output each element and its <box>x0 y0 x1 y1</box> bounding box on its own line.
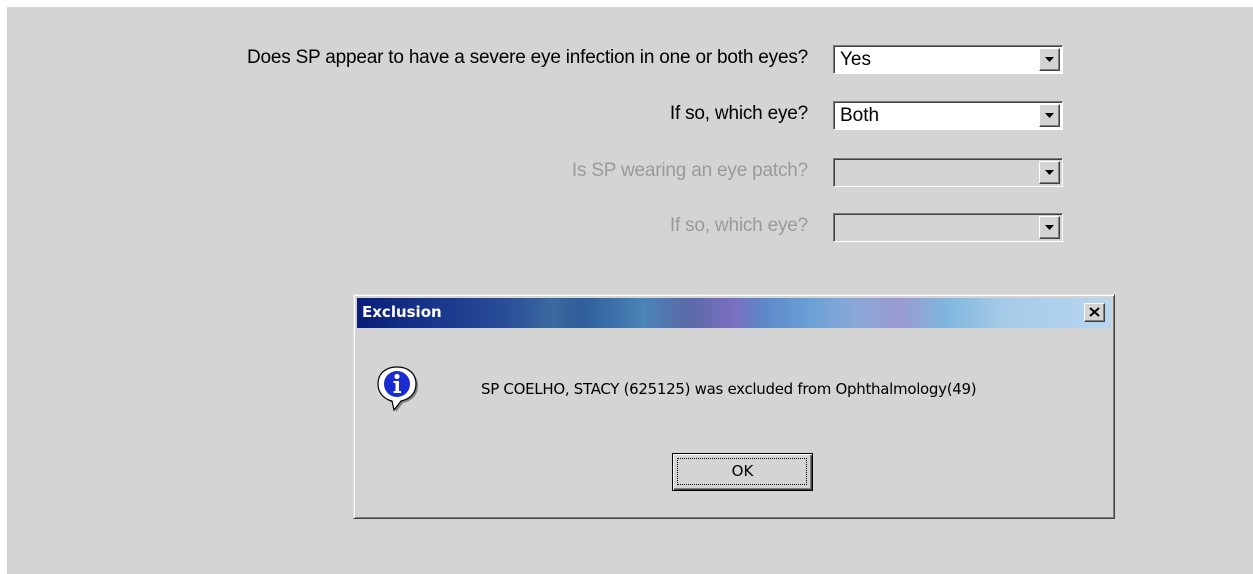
dialog-message: SP COELHO, STACY (625125) was excluded f… <box>481 380 977 398</box>
which-eye-patch-select <box>833 213 1063 242</box>
chevron-down-icon <box>1045 57 1054 62</box>
which-eye-infection-value: Both <box>840 105 880 126</box>
severe-eye-infection-value: Yes <box>840 49 871 70</box>
chevron-down-icon <box>1045 225 1054 230</box>
dropdown-button[interactable] <box>1039 104 1060 127</box>
form-window: Does SP appear to have a severe eye infe… <box>7 7 1253 574</box>
ok-button-label: OK <box>731 462 754 480</box>
question-which-eye-infection-label: If so, which eye? <box>669 103 808 124</box>
eye-patch-select <box>833 158 1063 187</box>
question-which-eye-patch-label: If so, which eye? <box>669 215 808 236</box>
dialog-title: Exclusion <box>362 303 442 321</box>
severe-eye-infection-select[interactable]: Yes <box>833 45 1063 74</box>
info-icon <box>377 366 418 412</box>
exclusion-dialog: Exclusion SP COELHO, STACY (625125) was … <box>353 294 1115 519</box>
chevron-down-icon <box>1045 170 1054 175</box>
chevron-down-icon <box>1045 113 1054 118</box>
which-eye-infection-select[interactable]: Both <box>833 101 1063 130</box>
dropdown-button <box>1039 161 1060 184</box>
question-severe-eye-infection-label: Does SP appear to have a severe eye infe… <box>246 47 808 68</box>
close-icon <box>1089 307 1100 317</box>
close-button[interactable] <box>1084 303 1105 322</box>
dialog-titlebar[interactable]: Exclusion <box>357 298 1111 328</box>
dropdown-button <box>1039 216 1060 239</box>
dropdown-button[interactable] <box>1039 48 1060 71</box>
question-eye-patch-label: Is SP wearing an eye patch? <box>571 160 808 181</box>
ok-button[interactable]: OK <box>672 453 813 491</box>
